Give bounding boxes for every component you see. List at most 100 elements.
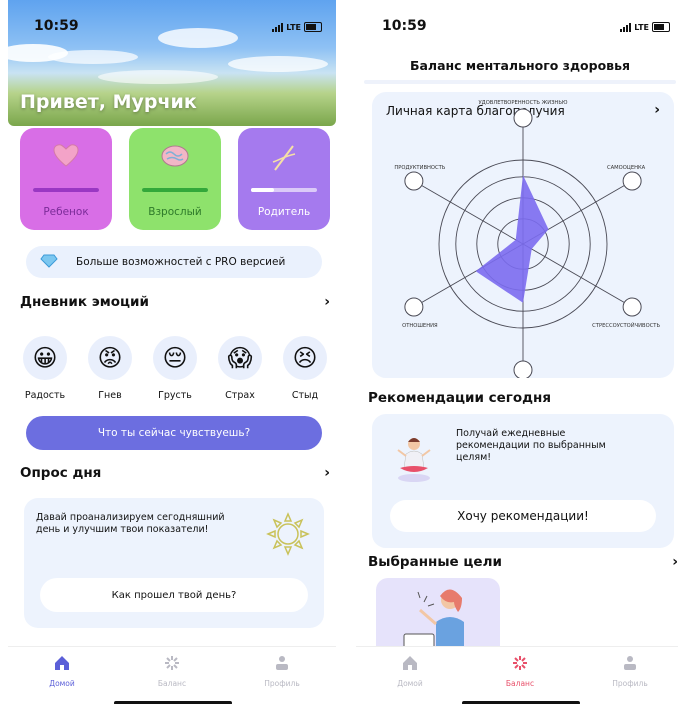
home-icon [22,655,102,675]
tab-label: Домой [397,679,423,688]
tab-home[interactable]: Домой [370,655,450,688]
radar-axis-label: ОТНОШЕНИЯ [402,323,438,329]
tab-bar: Домой Баланс Профиль [8,646,336,704]
emotion-label: Радость [24,390,66,401]
tab-label: Баланс [505,679,535,688]
reco-title: Рекомендации сегодня [368,390,552,406]
emotion-joy[interactable]: 😀 Радость [16,336,74,401]
radar-axis-label: ПРОДУКТИВНОСТЬ [394,165,445,171]
heart-icon [53,144,79,174]
survey-card: Давай проанализируем сегодняшний день и … [24,498,324,628]
radar-node [513,108,533,128]
survey-button[interactable]: Как прошел твой день? [40,578,308,612]
wellbeing-card[interactable]: Личная карта благополучия › УДОВЛЕТВОРЕН… [372,92,674,378]
meditation-illustration-icon [392,434,436,488]
diary-header[interactable]: Дневник эмоций › [20,294,330,310]
emotion-anger[interactable]: 😡 Гнев [81,336,139,401]
pro-banner[interactable]: Больше возможностей с PRO версией [26,246,322,278]
greeting-title: Привет, Мурчик [20,91,197,113]
emotion-list: 😀 Радость 😡 Гнев 😔 Грусть 😱 Страх 😣 Стыд [16,336,334,401]
radar-node [622,297,642,317]
sun-icon [266,512,310,560]
radar-axis [413,180,524,245]
card-label: Ребенок [43,206,89,218]
radar-node [622,171,642,191]
diamond-icon [40,253,58,272]
balance-icon [480,655,560,675]
tab-label: Домой [49,679,75,688]
pro-banner-text: Больше возможностей с PRO версией [76,256,286,268]
network-label: LTE [286,22,301,32]
tab-profile[interactable]: Профиль [590,655,670,688]
survey-title: Опрос дня [20,465,102,481]
signal-icon [272,22,284,32]
card-adult[interactable]: Взрослый [129,128,221,230]
tab-label: Профиль [264,679,300,688]
profile-icon [242,655,322,675]
goals-title: Выбранные цели [368,554,502,570]
survey-header[interactable]: Опрос дня › [20,465,330,481]
emotion-label: Грусть [158,390,192,401]
diary-title: Дневник эмоций [20,294,149,310]
network-label: LTE [634,22,649,32]
wellbeing-radar: УДОВЛЕТВОРЕННОСТЬ ЖИЗНЬЮ САМООЦЕНКА СТРЕСС… [394,100,660,378]
radar-area [475,175,549,303]
radar-axis-label: УДОВЛЕТВОРЕННОСТЬ ЖИЗНЬЮ [479,100,568,106]
balance-icon [132,655,212,675]
reco-button[interactable]: Хочу рекомендации! [390,500,656,532]
home-screen: Привет, Мурчик 10:59 LTE Ребенок Взрослы… [8,0,336,704]
sad-emoji-icon: 😔 [153,336,197,380]
tab-balance[interactable]: Баланс [480,655,560,688]
home-icon [370,655,450,675]
chevron-right-icon[interactable]: › [672,554,678,570]
goals-header[interactable]: Выбранные цели › [368,554,678,570]
joy-emoji-icon: 😀 [23,336,67,380]
radar-node [513,360,533,378]
balance-screen: 10:59 LTE Баланс ментального здоровья Ли… [356,0,678,704]
anger-emoji-icon: 😡 [88,336,132,380]
radar-node [404,297,424,317]
survey-text: Давай проанализируем сегодняшний день и … [36,512,225,535]
card-label: Родитель [257,206,311,218]
tab-label: Баланс [157,679,187,688]
reco-text: Получай ежедневные рекомендации по выбра… [456,428,606,463]
status-bar: 10:59 LTE [8,18,336,42]
reco-header: Рекомендации сегодня [368,390,678,406]
chevron-right-icon[interactable]: › [324,294,330,310]
fear-emoji-icon: 😱 [218,336,262,380]
card-child[interactable]: Ребенок [20,128,112,230]
emotion-sadness[interactable]: 😔 Грусть [146,336,204,401]
battery-icon [304,22,322,32]
tab-bar: Домой Баланс Профиль [356,646,678,704]
status-time: 10:59 [382,18,427,34]
profile-cards: Ребенок Взрослый Родитель [20,128,330,230]
emotion-label: Страх [225,390,255,401]
page-title: Баланс ментального здоровья [409,58,631,73]
tab-label: Профиль [612,679,648,688]
tab-profile[interactable]: Профиль [242,655,322,688]
emotion-label: Гнев [98,390,122,401]
shame-emoji-icon: 😣 [283,336,327,380]
radar-axis-label: СТРЕССОУСТОЙЧИВОСТЬ [592,322,660,329]
radar-axis-label: САМООЦЕНКА [607,165,646,171]
emotion-shame[interactable]: 😣 Стыд [276,336,334,401]
status-time: 10:59 [34,18,79,34]
emotion-fear[interactable]: 😱 Страх [211,336,269,401]
card-progress [251,188,317,192]
reco-card: Получай ежедневные рекомендации по выбра… [372,414,674,548]
radar-axis [522,243,633,308]
profile-icon [590,655,670,675]
tab-balance[interactable]: Баланс [132,655,212,688]
status-bar: 10:59 LTE [356,18,678,42]
feeling-button[interactable]: Что ты сейчас чувствуешь? [26,416,322,450]
card-parent[interactable]: Родитель [238,128,330,230]
brain-icon [160,144,190,174]
divider [364,80,676,84]
chevron-right-icon[interactable]: › [324,465,330,481]
dna-icon [271,144,297,178]
card-progress [33,188,99,192]
battery-icon [652,22,670,32]
signal-icon [620,22,632,32]
card-label: Взрослый [148,206,202,218]
tab-home[interactable]: Домой [22,655,102,688]
